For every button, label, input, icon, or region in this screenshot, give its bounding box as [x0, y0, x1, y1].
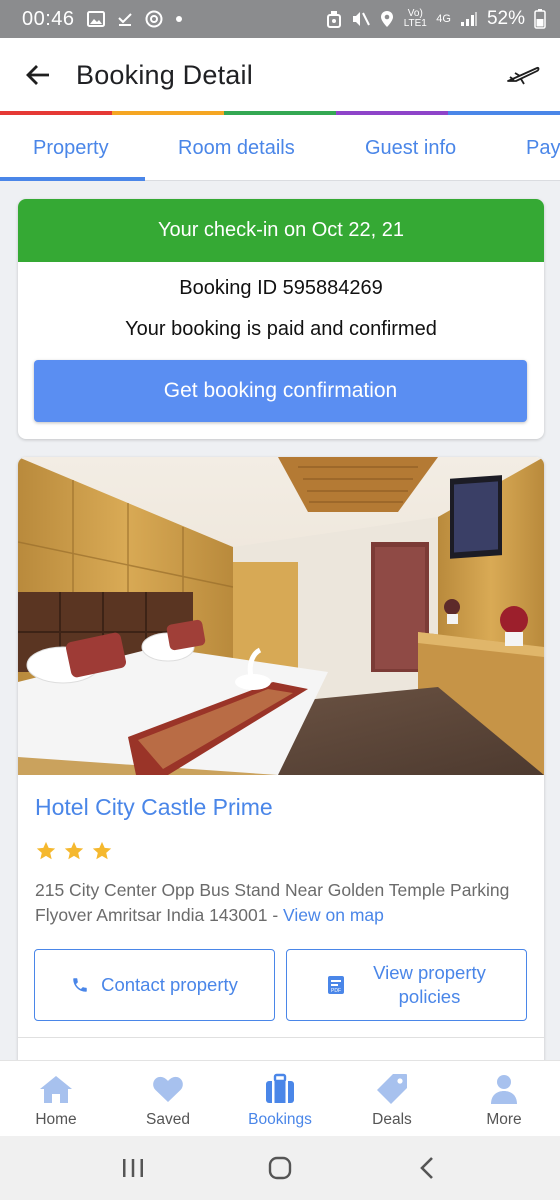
view-on-map-link[interactable]: View on map	[283, 905, 384, 925]
recent-apps-icon	[123, 1159, 144, 1177]
booking-id: Booking ID 595884269	[179, 277, 383, 299]
view-property-policies-button[interactable]: PDF View property policies	[286, 949, 527, 1021]
contact-property-label: Contact property	[101, 974, 238, 995]
section-tabs: Property Room details Guest info Pay	[0, 115, 560, 181]
chrome-icon	[145, 10, 163, 28]
nav-more[interactable]: More	[448, 1061, 560, 1136]
nav-bookings-label: Bookings	[248, 1111, 312, 1128]
star-icon	[92, 841, 112, 860]
battery-percent: 52%	[486, 8, 525, 29]
nav-deals-label: Deals	[372, 1111, 412, 1128]
hotel-name[interactable]: Hotel City Castle Prime	[35, 794, 273, 821]
nav-home-label: Home	[35, 1111, 77, 1128]
nav-bookings[interactable]: Bookings	[224, 1061, 336, 1136]
tab-room-details[interactable]: Room details	[178, 115, 295, 180]
network-label: Vo) LTE1	[403, 8, 427, 29]
policy-document-icon: PDF	[328, 976, 345, 994]
download-done-icon	[117, 11, 133, 27]
suitcase-icon	[266, 1073, 294, 1103]
dot-icon	[175, 15, 183, 23]
system-back-button[interactable]	[397, 1143, 457, 1193]
status-time: 00:46	[22, 7, 75, 30]
image-icon	[86, 11, 105, 27]
app-header: Booking Detail	[0, 38, 560, 112]
nav-saved[interactable]: Saved	[112, 1061, 224, 1136]
system-navigation-bar	[0, 1136, 560, 1200]
star-icon	[64, 841, 84, 860]
back-arrow-icon	[26, 65, 49, 85]
booking-confirmation-card: Your check-in on Oct 22, 21 Booking ID 5…	[18, 199, 544, 439]
chevron-left-icon	[419, 1157, 433, 1179]
svg-text:PDF: PDF	[331, 988, 341, 994]
home-circle-icon	[268, 1156, 292, 1180]
hotel-room-photo[interactable]	[18, 457, 544, 775]
checkin-banner: Your check-in on Oct 22, 21	[18, 199, 544, 262]
bottom-navigation: Home Saved Bookings Deals More	[0, 1060, 560, 1136]
nav-home[interactable]: Home	[0, 1061, 112, 1136]
get-booking-confirmation-button[interactable]: Get booking confirmation	[34, 360, 527, 422]
back-button[interactable]	[0, 38, 76, 112]
recent-apps-button[interactable]	[103, 1143, 163, 1193]
nav-saved-label: Saved	[146, 1111, 190, 1128]
star-icon	[36, 841, 56, 860]
heart-icon	[153, 1076, 183, 1102]
alarm-icon	[326, 10, 342, 28]
signal-icon	[460, 11, 478, 27]
hotel-address: 215 City Center Opp Bus Stand Near Golde…	[35, 878, 535, 928]
nav-deals[interactable]: Deals	[336, 1061, 448, 1136]
policies-label-line1: View property	[373, 962, 486, 983]
signal-type-label: 4G	[436, 13, 451, 25]
hotel-card: Hotel City Castle Prime 215 City Center …	[18, 457, 544, 1067]
person-icon	[491, 1075, 517, 1104]
tab-guest-info[interactable]: Guest info	[365, 115, 456, 180]
star-rating	[35, 840, 113, 862]
status-bar: 00:46 Vo) LTE1 4G 52%	[0, 0, 560, 38]
policies-label-line2: policies	[398, 986, 461, 1007]
tab-property[interactable]: Property	[33, 115, 109, 180]
flight-button[interactable]	[504, 58, 542, 92]
battery-icon	[534, 9, 546, 29]
address-text: 215 City Center Opp Bus Stand Near Golde…	[35, 880, 510, 925]
tab-payment[interactable]: Pay	[526, 115, 560, 180]
booking-status: Your booking is paid and confirmed	[125, 318, 437, 340]
mute-icon	[351, 10, 371, 28]
home-icon	[40, 1076, 72, 1103]
airplane-icon	[507, 66, 540, 85]
phone-icon	[73, 978, 87, 992]
active-tab-indicator	[0, 177, 145, 181]
home-system-button[interactable]	[250, 1143, 310, 1193]
tag-icon	[377, 1074, 407, 1104]
contact-property-button[interactable]: Contact property	[34, 949, 275, 1021]
card-divider	[18, 1037, 544, 1038]
nav-more-label: More	[486, 1111, 522, 1128]
location-icon	[380, 10, 394, 28]
page-title: Booking Detail	[76, 59, 253, 90]
